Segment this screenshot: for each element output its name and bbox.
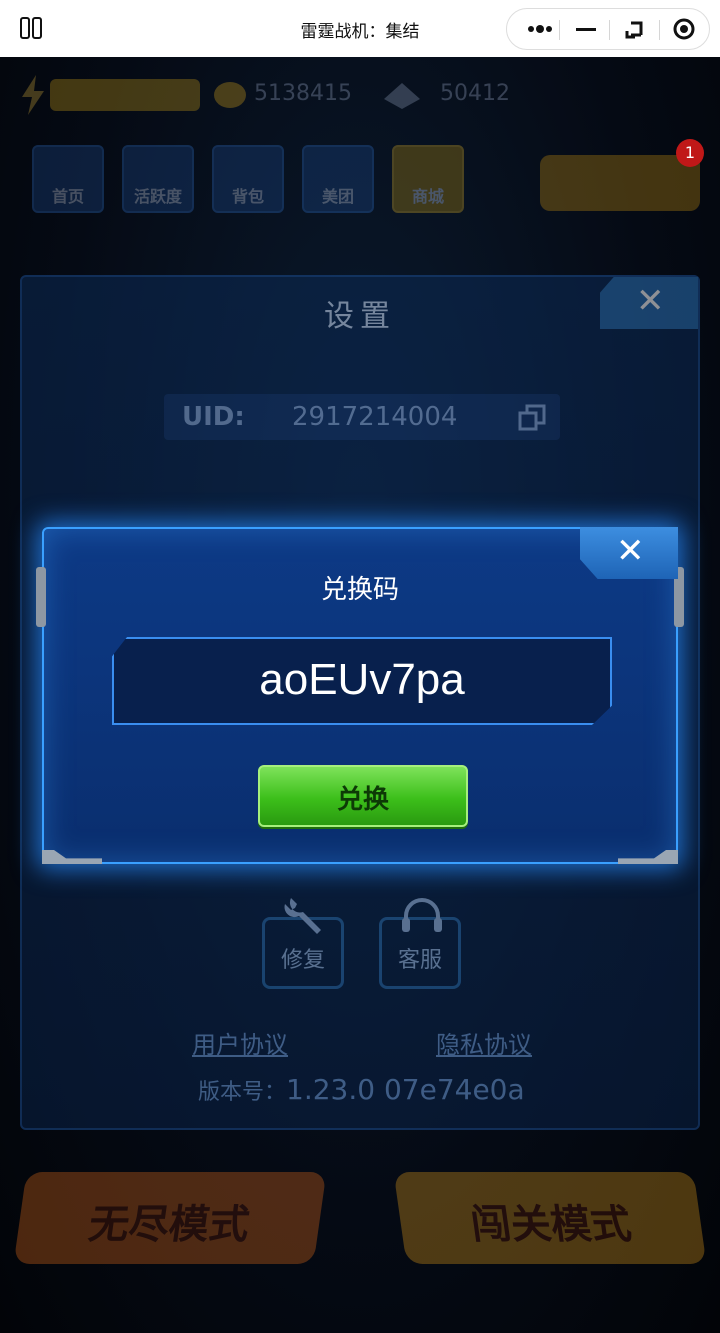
redeem-code-input[interactable]: aoEUv7pa (112, 637, 612, 725)
energy-icon (22, 75, 44, 115)
nav-tile-home[interactable]: 首页 (32, 145, 104, 213)
more-icon[interactable] (513, 9, 563, 49)
gem-icon (384, 83, 420, 109)
headset-icon (402, 898, 442, 932)
mini-program-bar: 雷霆战机：集结 (0, 0, 720, 57)
close-program-icon[interactable] (659, 9, 709, 49)
energy-bar (50, 79, 200, 111)
nav-tile-group[interactable]: 美团 (302, 145, 374, 213)
stage-mode-button[interactable]: 闯关模式 (393, 1172, 707, 1264)
hud: 5138415 50412 首页 活跃度 背包 美团 商城 (0, 57, 720, 237)
nav-tile-activity[interactable]: 活跃度 (122, 145, 194, 213)
close-icon: ✕ (636, 281, 665, 321)
dialog-corner-left (42, 850, 102, 864)
settings-close-button[interactable]: ✕ (600, 277, 698, 329)
minimize-icon[interactable] (561, 9, 611, 49)
redeem-code-value: aoEUv7pa (259, 655, 465, 704)
sign-in-button[interactable] (540, 155, 700, 211)
wrench-icon (284, 898, 321, 934)
uid-box: UID: 2917214004 (164, 394, 560, 440)
version-value: 1.23.0 07e74e0a (286, 1073, 525, 1106)
repair-button[interactable]: 修复 (262, 898, 344, 989)
repair-label: 修复 (280, 948, 325, 973)
redeem-button-label: 兑换 (336, 785, 389, 815)
dialog-title: 兑换码 (320, 575, 399, 605)
coin-icon (214, 82, 246, 108)
redeem-button[interactable]: 兑换 (258, 765, 468, 827)
dialog-corner-right (618, 850, 678, 864)
coin-count: 5138415 (254, 81, 352, 106)
nav-tile-shop[interactable]: 商城 (392, 145, 464, 213)
settings-title: 设置 (324, 299, 396, 334)
uid-value: 2917214004 (292, 402, 458, 432)
uid-label: UID: (182, 402, 245, 432)
nav-tile-bag[interactable]: 背包 (212, 145, 284, 213)
user-agreement-link[interactable]: 用户协议 (192, 1025, 288, 1060)
copy-icon[interactable] (518, 404, 546, 432)
notification-badge: 1 (676, 139, 704, 167)
privacy-policy-link[interactable]: 隐私协议 (436, 1025, 532, 1060)
capsule-menu (506, 8, 710, 50)
endless-mode-button[interactable]: 无尽模式 (13, 1172, 327, 1264)
support-label: 客服 (397, 948, 442, 973)
float-window-icon[interactable] (611, 9, 661, 49)
redeem-dialog: ✕ 兑换码 aoEUv7pa 兑换 (36, 527, 684, 864)
close-icon: ✕ (616, 531, 645, 571)
version-text: 版本号：1.23.0 07e74e0a (198, 1073, 525, 1106)
gem-count: 50412 (440, 81, 510, 106)
mode-buttons: 无尽模式 闯关模式 (0, 1162, 720, 1282)
version-label: 版本号： (198, 1080, 287, 1105)
support-button[interactable]: 客服 (379, 898, 461, 989)
